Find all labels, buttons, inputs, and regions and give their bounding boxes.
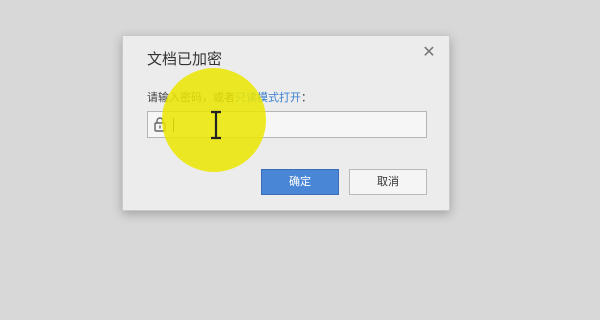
password-prompt: 请输入密码，或者只读模式打开：: [147, 89, 312, 105]
prompt-text: 请输入密码，或者: [147, 91, 235, 104]
password-input[interactable]: [170, 114, 420, 135]
close-icon[interactable]: ✕: [421, 44, 437, 60]
lock-icon: [154, 117, 166, 132]
cancel-button[interactable]: 取消: [349, 169, 427, 195]
encrypted-document-dialog: 文档已加密 ✕ 请输入密码，或者只读模式打开： 确定 取消: [122, 35, 450, 211]
prompt-suffix: ：: [301, 91, 312, 104]
password-field[interactable]: [147, 111, 427, 138]
ok-button[interactable]: 确定: [261, 169, 339, 195]
dialog-title: 文档已加密: [147, 50, 223, 68]
text-caret: [173, 118, 174, 132]
read-only-mode-link[interactable]: 只读模式打开: [235, 91, 301, 104]
